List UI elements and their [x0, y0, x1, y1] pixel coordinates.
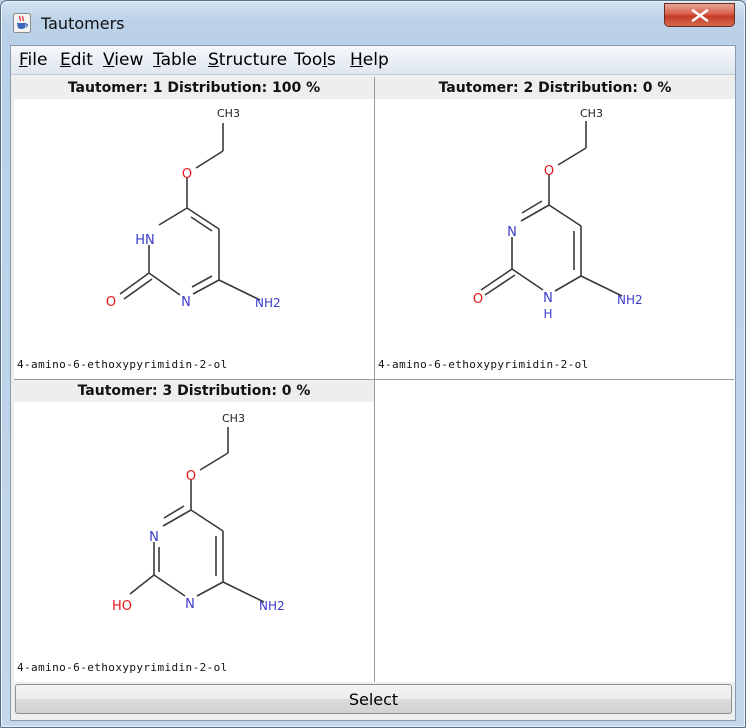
menu-file[interactable]: File: [19, 50, 47, 70]
amino-label: NH2: [617, 293, 643, 307]
menu-bar: File Edit View Table Structure Tools Hel…: [11, 46, 735, 75]
nitrogen-label: N: [507, 225, 517, 240]
ch3-label: CH3: [217, 107, 240, 120]
molecule-name: 4-amino-6-ethoxypyrimidin-2-ol: [378, 358, 589, 371]
tautomers-window: Tautomers File Edit View Table Structure…: [0, 0, 746, 728]
client-area: File Edit View Table Structure Tools Hel…: [10, 45, 736, 721]
amino-label: NH2: [259, 599, 285, 613]
molecule-structure: CH3 O N N H O NH2: [473, 107, 643, 321]
empty-cell: [375, 380, 735, 682]
close-button[interactable]: [664, 3, 735, 27]
tautomer-cell-1[interactable]: Tautomer: 1 Distribution: 100 % CH3 O HN…: [14, 77, 374, 379]
amino-label: NH2: [255, 296, 281, 310]
tautomer-header: Tautomer: 2 Distribution: 0 %: [375, 77, 735, 99]
oxygen-label: O: [106, 295, 116, 310]
window-title: Tautomers: [41, 14, 125, 33]
java-cup-icon: [13, 13, 31, 33]
tautomer-cell-2[interactable]: Tautomer: 2 Distribution: 0 % CH3 O N N …: [375, 77, 735, 379]
hydrogen-label: H: [543, 307, 552, 321]
oxygen-label: O: [186, 469, 196, 484]
tautomer-cell-3[interactable]: Tautomer: 3 Distribution: 0 % CH3 O N N …: [14, 380, 374, 682]
select-button[interactable]: Select: [15, 684, 732, 714]
menu-help[interactable]: Help: [350, 50, 389, 70]
menu-view[interactable]: View: [103, 50, 143, 70]
nitrogen-label: N: [543, 291, 553, 306]
nitrogen-label: N: [149, 530, 159, 545]
menu-structure[interactable]: Structure: [208, 50, 287, 70]
tautomer-header: Tautomer: 3 Distribution: 0 %: [14, 380, 374, 402]
tautomer-header: Tautomer: 1 Distribution: 100 %: [14, 77, 374, 99]
ch3-label: CH3: [222, 412, 245, 425]
title-bar[interactable]: Tautomers: [1, 1, 745, 45]
menu-edit[interactable]: Edit: [60, 50, 93, 70]
nitrogen-label: N: [185, 597, 195, 612]
molecule-name: 4-amino-6-ethoxypyrimidin-2-ol: [17, 358, 228, 371]
molecule-structure: CH3 O HN N O NH2: [106, 107, 281, 310]
nitrogen-label: N: [181, 295, 191, 310]
molecule-name: 4-amino-6-ethoxypyrimidin-2-ol: [17, 661, 228, 674]
nitrogen-label: HN: [135, 233, 155, 248]
close-icon: [691, 9, 709, 22]
menu-tools[interactable]: Tools: [294, 50, 336, 70]
oxygen-label: O: [473, 292, 483, 307]
oxygen-label: O: [182, 167, 192, 182]
oxygen-label: O: [544, 164, 554, 179]
ch3-label: CH3: [580, 107, 603, 120]
grid-divider-horizontal: [14, 379, 734, 380]
molecule-structure: CH3 O N N HO NH2: [112, 412, 285, 614]
menu-table[interactable]: Table: [153, 50, 197, 70]
tautomer-grid: Tautomer: 1 Distribution: 100 % CH3 O HN…: [14, 77, 735, 682]
hydroxyl-label: HO: [112, 599, 132, 614]
